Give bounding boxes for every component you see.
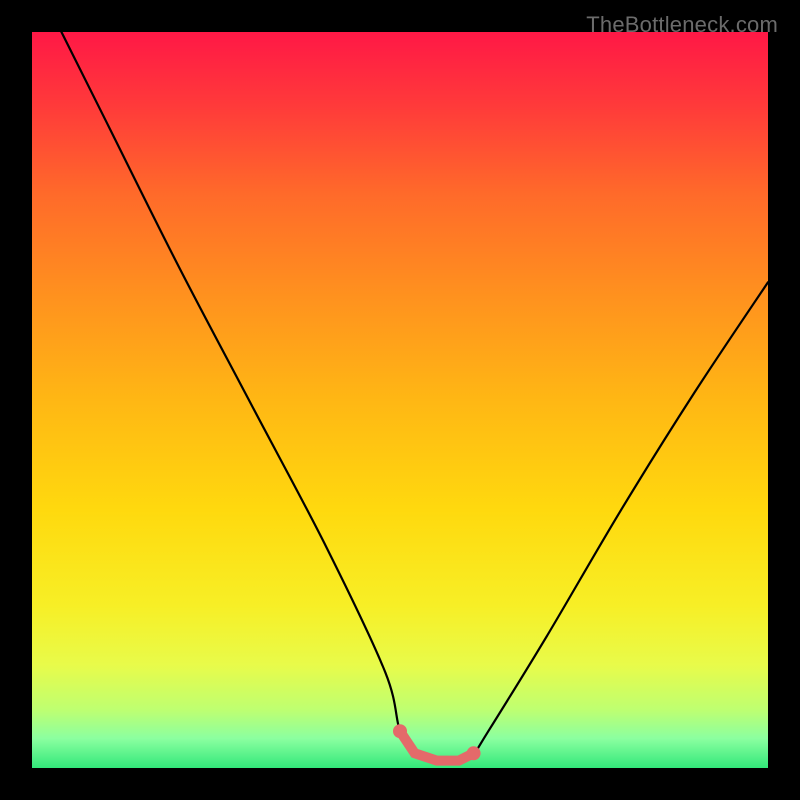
highlight-dot — [393, 724, 407, 738]
highlight-dot — [467, 746, 481, 760]
plot-svg — [32, 32, 768, 768]
chart-frame: TheBottleneck.com — [0, 0, 800, 800]
plot-area — [32, 32, 768, 768]
gradient-rect — [32, 32, 768, 768]
